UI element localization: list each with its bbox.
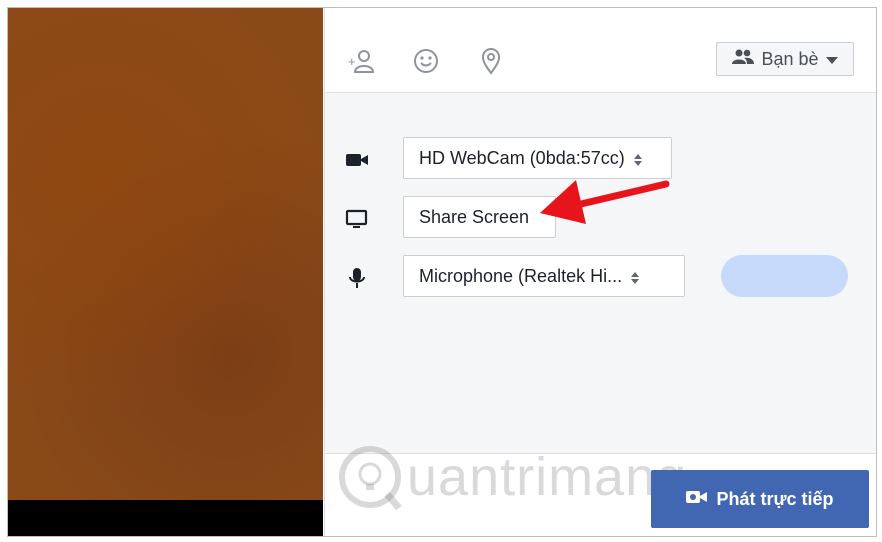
dialog-footer: uantrimang Phát trực tiếp	[325, 446, 876, 536]
share-screen-button[interactable]: Share Screen	[403, 196, 556, 238]
live-video-dialog: + Bạn bè HD WebCam (0bda:57cc) Share Scr…	[7, 7, 877, 537]
watermark-text: uantrimang	[407, 447, 688, 507]
audio-level-indicator	[721, 255, 848, 297]
monitor-icon	[345, 207, 369, 231]
stream-settings: HD WebCam (0bda:57cc) Share Screen Micro…	[325, 93, 876, 453]
camera-preview	[8, 8, 323, 500]
location-icon[interactable]	[476, 46, 506, 76]
live-camera-icon	[686, 489, 708, 510]
microphone-select[interactable]: Microphone (Realtek Hi...	[403, 255, 685, 297]
go-live-button[interactable]: Phát trực tiếp	[651, 470, 869, 528]
friends-icon	[732, 49, 755, 70]
go-live-label: Phát trực tiếp	[716, 488, 834, 509]
camera-select-value: HD WebCam (0bda:57cc)	[419, 147, 625, 168]
share-screen-label: Share Screen	[419, 206, 530, 227]
updown-arrows-icon	[633, 151, 643, 166]
updown-arrows-icon	[630, 269, 640, 284]
live-settings-panel: + Bạn bè HD WebCam (0bda:57cc) Share Scr…	[324, 8, 876, 536]
watermark-logo-icon	[339, 446, 402, 511]
caret-down-icon	[825, 49, 838, 70]
audience-selector[interactable]: Bạn bè	[716, 42, 854, 76]
feeling-icon[interactable]	[411, 46, 441, 76]
video-camera-icon	[345, 148, 369, 172]
svg-text:+: +	[348, 54, 356, 69]
watermark: uantrimang	[335, 442, 687, 512]
microphone-select-value: Microphone (Realtek Hi...	[419, 265, 623, 286]
post-toolbar: + Bạn bè	[325, 8, 876, 93]
tag-friends-icon[interactable]: +	[347, 46, 377, 76]
camera-select[interactable]: HD WebCam (0bda:57cc)	[403, 137, 672, 179]
camera-preview-bar	[8, 500, 323, 536]
audience-label: Bạn bè	[761, 48, 819, 69]
microphone-icon	[345, 266, 369, 290]
